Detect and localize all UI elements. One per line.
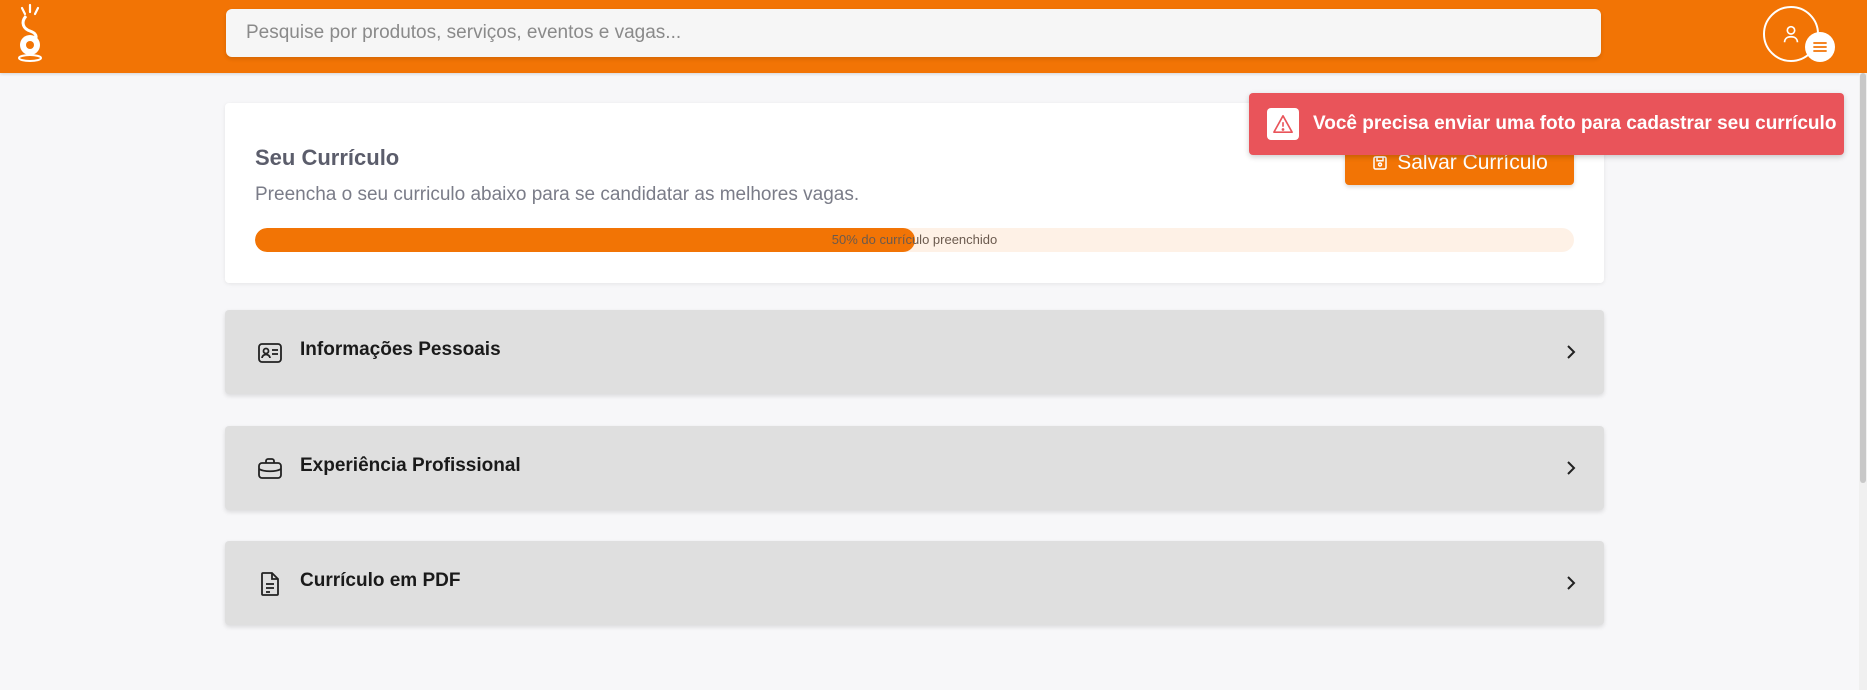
page-title: Seu Currículo bbox=[255, 145, 400, 170]
section-personal-info[interactable]: Informações Pessoais bbox=[225, 310, 1604, 394]
section-resume-pdf[interactable]: Currículo em PDF bbox=[225, 541, 1604, 625]
search-input[interactable] bbox=[226, 9, 1601, 57]
warning-icon bbox=[1267, 108, 1299, 140]
section-label: Informações Pessoais bbox=[300, 339, 501, 360]
progress-label: 50% do currículo preenchido bbox=[831, 232, 998, 247]
scrollbar-thumb[interactable] bbox=[1860, 73, 1866, 483]
chevron-right-icon bbox=[1567, 576, 1576, 590]
page-subtitle: Preencha o seu curriculo abaixo para se … bbox=[255, 184, 860, 205]
section-label: Experiência Profissional bbox=[300, 455, 521, 476]
user-icon bbox=[1783, 25, 1799, 43]
hamburger-menu-icon bbox=[1813, 42, 1827, 52]
section-work-experience[interactable]: Experiência Profissional bbox=[225, 426, 1604, 510]
brand-logo[interactable] bbox=[12, 3, 48, 63]
id-card-icon bbox=[258, 343, 282, 363]
menu-button[interactable] bbox=[1805, 32, 1835, 62]
top-navbar bbox=[0, 0, 1867, 73]
document-icon bbox=[261, 572, 279, 596]
chevron-right-icon bbox=[1567, 345, 1576, 359]
briefcase-icon bbox=[258, 458, 282, 479]
save-icon bbox=[1373, 156, 1387, 170]
toast-message: Você precisa enviar uma foto para cadast… bbox=[1313, 113, 1837, 134]
resume-progress-bar: 50% do currículo preenchido bbox=[255, 228, 1574, 252]
error-toast[interactable]: Você precisa enviar uma foto para cadast… bbox=[1249, 93, 1844, 155]
chevron-right-icon bbox=[1567, 461, 1576, 475]
section-label: Currículo em PDF bbox=[300, 570, 461, 591]
